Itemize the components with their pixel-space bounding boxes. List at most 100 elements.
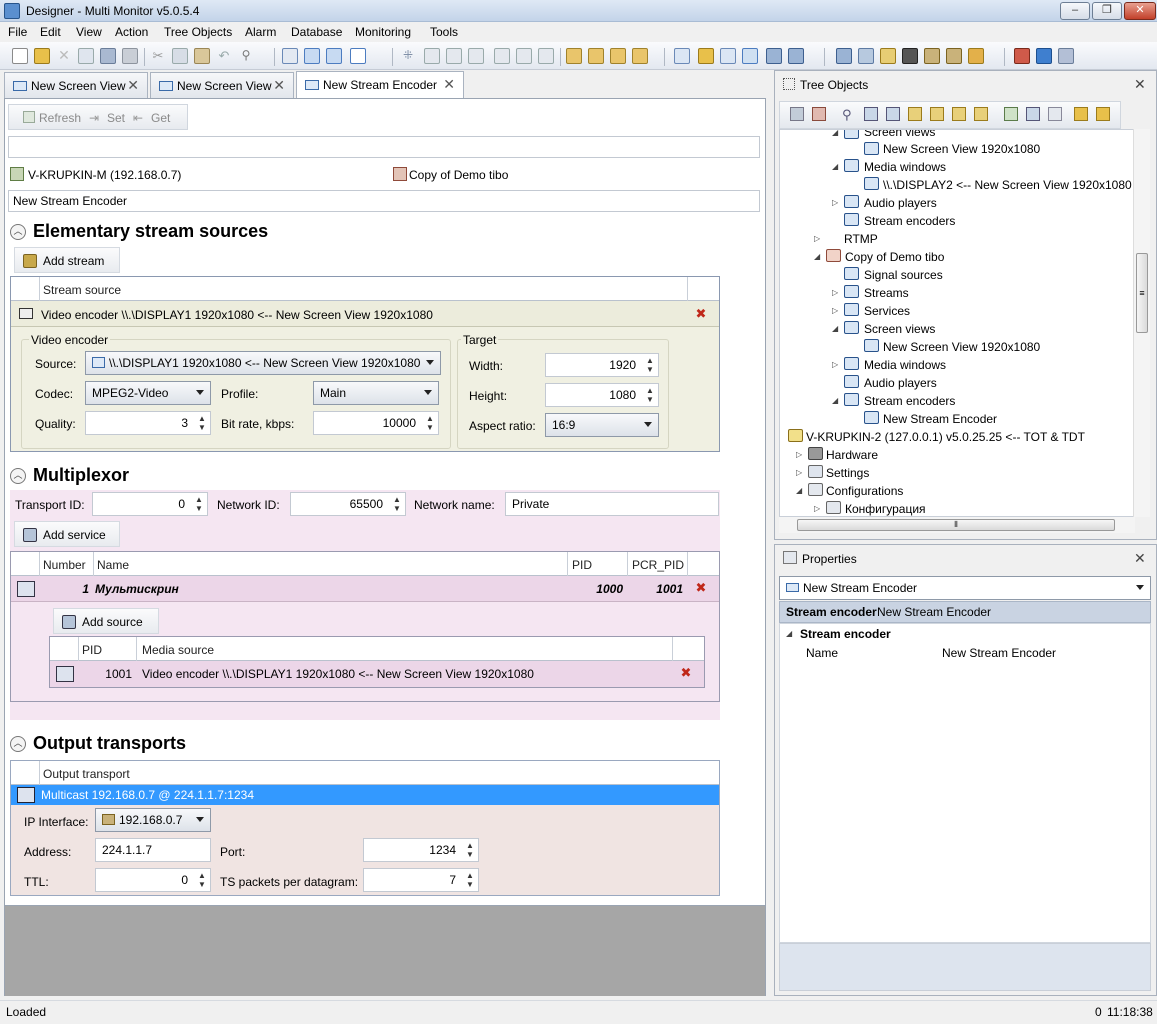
collapse-multiplexor-icon[interactable]: ︿ (10, 468, 26, 484)
add-source-button[interactable]: Add source (53, 608, 159, 634)
get-button[interactable]: Get (151, 111, 170, 125)
tree-hscrollbar[interactable]: ⦀ (779, 517, 1135, 533)
menu-file[interactable]: File (8, 25, 27, 39)
tree-node[interactable]: Stream encoders (864, 214, 955, 228)
script-icon[interactable] (968, 48, 984, 64)
tree-add-icon[interactable] (674, 48, 690, 64)
properties-object-combo[interactable]: New Stream Encoder (779, 576, 1151, 600)
delete-stream-icon[interactable]: ✖ (693, 307, 709, 320)
tree-node[interactable]: Audio players (864, 196, 937, 210)
set-button[interactable]: Set (107, 111, 125, 125)
tree-node[interactable]: Signal sources (864, 268, 943, 282)
tree-tool-icon[interactable] (1026, 107, 1040, 121)
tree-node[interactable]: Audio players (864, 376, 937, 390)
search-icon[interactable]: ⚲ (842, 107, 856, 122)
tab-close-icon[interactable]: ✕ (127, 77, 139, 94)
tools-icon[interactable] (924, 48, 940, 64)
tree-node[interactable]: New Stream Encoder (883, 412, 997, 426)
bitrate-stepper[interactable]: 10000 ▲ ▼ (313, 411, 439, 435)
send-backward-icon[interactable] (632, 48, 648, 64)
tree-node[interactable]: V-KRUPKIN-2 (127.0.0.1) v5.0.25.25 <-- T… (806, 430, 1085, 444)
spinner-icon[interactable]: ▲ ▼ (196, 871, 208, 889)
folder-icon[interactable] (698, 48, 714, 64)
paste-icon[interactable] (194, 48, 210, 64)
tree-node[interactable]: Screen views (864, 322, 935, 336)
aspect-combo[interactable]: 16:9 (545, 413, 659, 437)
tab-close-icon[interactable]: ✕ (273, 77, 285, 94)
height-stepper[interactable]: 1080 ▲ ▼ (545, 383, 659, 407)
network-id-stepper[interactable]: 65500 ▲ ▼ (290, 492, 406, 516)
menu-tools[interactable]: Tools (430, 25, 458, 39)
disconnect-icon[interactable] (1058, 48, 1074, 64)
width-stepper[interactable]: 1920 ▲ ▼ (545, 353, 659, 377)
tree-node[interactable]: RTMP (844, 232, 878, 246)
print-icon[interactable] (122, 48, 138, 64)
property-name-value[interactable]: New Stream Encoder (942, 646, 1056, 660)
tree-tool-icon[interactable] (1048, 107, 1062, 121)
connect-icon[interactable] (1036, 48, 1052, 64)
tree-node[interactable]: New Screen View 1920x1080 (883, 142, 1040, 156)
menu-action[interactable]: Action (115, 25, 148, 39)
bring-forward-icon[interactable] (610, 48, 626, 64)
quality-stepper[interactable]: 3 ▲ ▼ (85, 411, 211, 435)
save-icon[interactable] (100, 48, 116, 64)
bring-front-icon[interactable] (566, 48, 582, 64)
device-icon[interactable] (836, 48, 852, 64)
maximize-button[interactable]: ❐ (1092, 2, 1122, 20)
hscroll-thumb[interactable]: ⦀ (797, 519, 1115, 531)
structure-icon[interactable] (720, 48, 736, 64)
network-name-field[interactable]: Private (505, 492, 719, 516)
encoder-name-field[interactable]: New Stream Encoder (8, 190, 760, 212)
align-top-icon[interactable] (494, 48, 510, 64)
spinner-icon[interactable]: ▲ ▼ (391, 495, 403, 513)
delete-source-icon[interactable]: ✖ (678, 666, 694, 679)
menu-alarm[interactable]: Alarm (245, 25, 276, 39)
empty-field[interactable] (8, 136, 760, 158)
collapse-category-icon[interactable]: ◢ (786, 629, 792, 638)
tab-screen-view-2[interactable]: New Screen View ✕ (150, 72, 294, 98)
cut-icon[interactable]: ✂ (150, 48, 166, 64)
undo-icon[interactable]: ↶ (216, 48, 232, 64)
tree-node[interactable]: Streams (864, 286, 909, 300)
tree-node[interactable]: \\.\DISPLAY2 <-- New Screen View 1920x10… (883, 178, 1132, 192)
spinner-icon[interactable]: ▲ ▼ (193, 495, 205, 513)
open-icon[interactable] (34, 48, 50, 64)
hierarchy-icon[interactable] (282, 48, 298, 64)
settings-icon[interactable] (946, 48, 962, 64)
collapse-elementary-icon[interactable]: ︿ (10, 224, 26, 240)
new-icon[interactable] (12, 48, 28, 64)
tree-node[interactable]: Hardware (826, 448, 878, 462)
menu-tree-objects[interactable]: Tree Objects (164, 25, 232, 39)
tree-view-icon[interactable] (304, 48, 320, 64)
tree-node[interactable]: Конфигурация (845, 502, 926, 516)
tree-tool-icon[interactable] (790, 107, 804, 121)
address-field[interactable]: 224.1.1.7 (95, 838, 211, 862)
ttl-stepper[interactable]: 0 ▲ ▼ (95, 868, 211, 892)
tree-node[interactable]: Configurations (826, 484, 903, 498)
copy-icon[interactable] (172, 48, 188, 64)
tree-tool-icon[interactable] (1004, 107, 1018, 121)
preview-icon[interactable] (742, 48, 758, 64)
collapse-output-icon[interactable]: ︿ (10, 736, 26, 752)
edit-icon[interactable] (880, 48, 896, 64)
codec-combo[interactable]: MPEG2-Video (85, 381, 211, 405)
spinner-icon[interactable]: ▲ ▼ (464, 841, 476, 859)
profile-combo[interactable]: Main (313, 381, 439, 405)
tree-node[interactable]: Services (864, 304, 910, 318)
tab-stream-encoder[interactable]: New Stream Encoder ✕ (296, 71, 464, 99)
tree-tool-icon[interactable] (1074, 107, 1088, 121)
align-bottom-icon[interactable] (538, 48, 554, 64)
align-center-icon[interactable] (446, 48, 462, 64)
tree-tool-icon[interactable] (930, 107, 944, 121)
tree-close-icon[interactable]: ✕ (1134, 76, 1146, 93)
align-middle-icon[interactable] (516, 48, 532, 64)
add-stream-button[interactable]: Add stream (14, 247, 120, 273)
align-left-icon[interactable] (424, 48, 440, 64)
ip-interface-combo[interactable]: 192.168.0.7 (95, 808, 211, 832)
spinner-icon[interactable]: ▲ ▼ (196, 414, 208, 432)
network-icon[interactable] (858, 48, 874, 64)
monitors-icon[interactable] (788, 48, 804, 64)
menu-database[interactable]: Database (291, 25, 342, 39)
close-button[interactable]: ✕ (1124, 2, 1156, 20)
tree-tool-icon[interactable] (812, 107, 826, 121)
